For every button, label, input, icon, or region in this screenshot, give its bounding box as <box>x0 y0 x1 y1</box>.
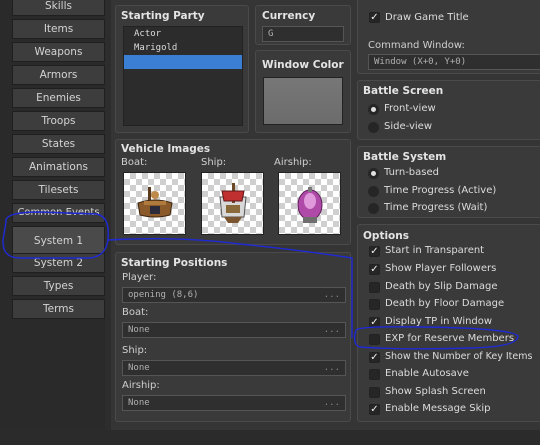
ship-sprite-icon <box>219 183 247 223</box>
time-progress-wait-label: Time Progress (Wait) <box>384 202 488 213</box>
airship-image[interactable] <box>278 172 341 235</box>
nav-item-animations[interactable]: Animations <box>12 157 105 177</box>
airship-position-field[interactable]: None ... <box>122 395 346 411</box>
start-transparent-label: Start in Transparent <box>385 245 485 256</box>
party-member[interactable]: Actor <box>124 27 242 41</box>
currency-title: Currency <box>262 10 316 22</box>
boat-image-label: Boat: <box>121 157 148 168</box>
ship-position-label: Ship: <box>122 345 148 356</box>
boat-image[interactable] <box>123 172 186 235</box>
title-screen-group: ✓ Draw Game Title Command Window: Window… <box>357 0 540 74</box>
vehicle-images-title: Vehicle Images <box>121 143 211 155</box>
turn-based-radio[interactable] <box>368 168 379 179</box>
message-skip-label: Enable Message Skip <box>385 403 491 414</box>
front-view-label: Front-view <box>384 103 436 114</box>
system-settings-panel: Starting Party Actor Marigold Currency G… <box>111 0 540 430</box>
nav-item-enemies[interactable]: Enemies <box>12 88 105 108</box>
draw-game-title-checkbox[interactable]: ✓ <box>369 12 380 23</box>
window-color-title: Window Color <box>262 59 344 71</box>
enable-autosave-label: Enable Autosave <box>385 368 469 379</box>
nav-item-types[interactable]: Types <box>12 276 105 296</box>
time-progress-active-radio[interactable] <box>368 186 379 197</box>
nav-item-items[interactable]: Items <box>12 19 105 39</box>
options-title: Options <box>363 230 409 242</box>
vehicle-images-group: Vehicle Images Boat: Ship: Airship: <box>115 139 351 245</box>
splash-screen-label: Show Splash Screen <box>385 386 486 397</box>
command-window-input[interactable]: Window (X+0, Y+0) <box>368 54 540 70</box>
ship-position-field[interactable]: None ... <box>122 360 346 376</box>
boat-position-value: None <box>128 325 150 335</box>
party-member[interactable]: Marigold <box>124 41 242 55</box>
starting-party-group: Starting Party Actor Marigold <box>115 5 249 133</box>
window-color-swatch[interactable] <box>263 77 343 125</box>
player-position-value: opening (8,6) <box>128 290 199 300</box>
nav-item-common-events[interactable]: Common Events <box>12 203 105 223</box>
battle-screen-group: Battle Screen Front-view Side-view <box>357 80 540 140</box>
options-group: Options ✓ Start in Transparent ✓ Show Pl… <box>357 224 540 422</box>
airship-image-label: Airship: <box>274 157 312 168</box>
start-transparent-checkbox[interactable]: ✓ <box>369 246 380 257</box>
party-empty-slot-selected[interactable] <box>124 55 242 69</box>
currency-group: Currency G <box>255 5 351 45</box>
bottom-strip <box>0 430 540 445</box>
draw-game-title-label: Draw Game Title <box>385 12 469 23</box>
nav-item-system-1[interactable]: System 1 <box>12 226 105 256</box>
nav-item-system-2[interactable]: System 2 <box>12 253 105 273</box>
death-floor-damage-label: Death by Floor Damage <box>385 298 505 309</box>
show-followers-label: Show Player Followers <box>385 263 497 274</box>
enable-autosave-checkbox[interactable] <box>369 369 380 380</box>
nav-item-skills[interactable]: Skills <box>12 0 105 16</box>
nav-item-weapons[interactable]: Weapons <box>12 42 105 62</box>
nav-item-tilesets[interactable]: Tilesets <box>12 180 105 200</box>
ship-position-value: None <box>128 363 150 373</box>
nav-item-troops[interactable]: Troops <box>12 111 105 131</box>
time-progress-wait-radio[interactable] <box>368 203 379 214</box>
database-tab-list: Skills Items Weapons Armors Enemies Troo… <box>0 0 105 445</box>
side-view-radio[interactable] <box>368 122 379 133</box>
airship-sprite-icon <box>297 187 323 223</box>
display-tp-checkbox[interactable]: ✓ <box>369 317 380 328</box>
show-key-items-label: Show the Number of Key Items <box>385 351 533 362</box>
time-progress-active-label: Time Progress (Active) <box>384 185 497 196</box>
starting-party-title: Starting Party <box>121 10 205 22</box>
boat-position-browse[interactable]: ... <box>324 323 340 337</box>
ship-position-browse[interactable]: ... <box>324 361 340 375</box>
starting-positions-title: Starting Positions <box>121 257 228 269</box>
show-followers-checkbox[interactable]: ✓ <box>369 264 380 275</box>
side-view-label: Side-view <box>384 121 432 132</box>
exp-reserve-label: EXP for Reserve Members <box>385 333 515 344</box>
nav-item-states[interactable]: States <box>12 134 105 154</box>
front-view-radio[interactable] <box>368 104 379 115</box>
player-position-field[interactable]: opening (8,6) ... <box>122 287 346 303</box>
starting-positions-group: Starting Positions Player: opening (8,6)… <box>115 252 351 422</box>
death-slip-damage-label: Death by Slip Damage <box>385 281 498 292</box>
battle-system-title: Battle System <box>363 151 447 163</box>
show-key-items-checkbox[interactable]: ✓ <box>369 352 380 363</box>
battle-system-group: Battle System Turn-based Time Progress (… <box>357 146 540 218</box>
airship-position-browse[interactable]: ... <box>324 396 340 410</box>
turn-based-label: Turn-based <box>384 167 439 178</box>
airship-position-label: Airship: <box>122 380 160 391</box>
player-position-label: Player: <box>122 272 157 283</box>
exp-reserve-checkbox[interactable] <box>369 334 380 345</box>
display-tp-label: Display TP in Window <box>385 316 493 327</box>
currency-input[interactable]: G <box>262 26 344 42</box>
window-color-group: Window Color <box>255 50 351 133</box>
boat-sprite-icon <box>137 187 173 218</box>
message-skip-checkbox[interactable]: ✓ <box>369 404 380 415</box>
battle-screen-title: Battle Screen <box>363 85 444 97</box>
ship-image-label: Ship: <box>201 157 227 168</box>
player-position-browse[interactable]: ... <box>324 288 340 302</box>
airship-position-value: None <box>128 398 150 408</box>
nav-item-terms[interactable]: Terms <box>12 299 105 319</box>
nav-item-armors[interactable]: Armors <box>12 65 105 85</box>
death-slip-damage-checkbox[interactable] <box>369 282 380 293</box>
splash-screen-checkbox[interactable] <box>369 387 380 398</box>
command-window-label: Command Window: <box>368 40 465 51</box>
death-floor-damage-checkbox[interactable] <box>369 299 380 310</box>
boat-position-field[interactable]: None ... <box>122 322 346 338</box>
ship-image[interactable] <box>201 172 264 235</box>
boat-position-label: Boat: <box>122 307 149 318</box>
